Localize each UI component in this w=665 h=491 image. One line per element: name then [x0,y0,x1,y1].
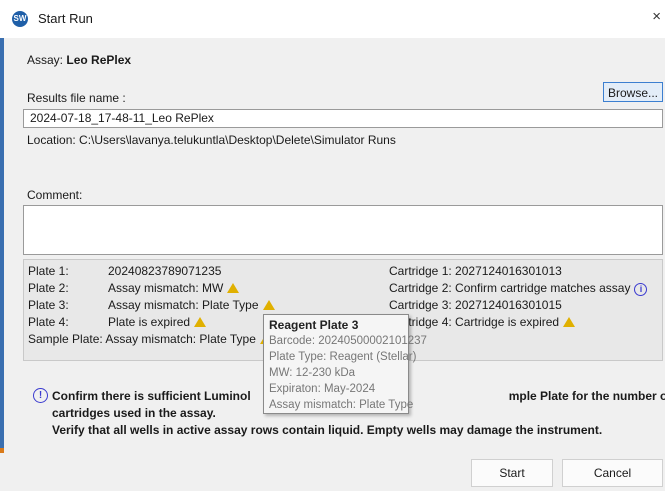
cartridge-label: Cartridge 1: [389,264,452,278]
app-logo-icon: SW [12,11,28,27]
notice-line-3: Verify that all wells in active assay ro… [52,423,603,437]
info-icon[interactable]: i [634,283,648,296]
assay-name: Leo RePlex [66,53,132,67]
plate-value: Assay mismatch: Plate Type [105,332,256,346]
plate-value: 20240823789071235 [108,264,222,278]
plate-status: Plate is expired [108,315,207,329]
notice-line-2: cartridges used in the assay. [52,406,216,420]
warning-icon [262,300,275,310]
window-title: Start Run [38,11,93,26]
cartridge-row: Cartridge 4: Cartridge is expired [389,315,576,329]
plate-value: Assay mismatch: MW [108,281,224,295]
assay-row: Assay: Leo RePlex [27,53,131,67]
cartridge-value: Confirm cartridge matches assay [455,281,631,295]
location-row: Location: C:\Users\lavanya.telukuntla\De… [27,133,396,147]
location-label: Location: [27,133,76,147]
info-icon: ! [33,388,48,403]
warning-icon [227,283,240,293]
sample-plate-status: Sample Plate: Assay mismatch: Plate Type [28,332,272,346]
tooltip-title: Reagent Plate 3 [269,318,359,332]
title-bar: SW Start Run × [0,0,665,38]
notice-line-1: Confirm there is sufficient Luminol mple … [52,389,665,403]
start-button[interactable]: Start [471,459,553,487]
results-file-name-label: Results file name : [27,91,126,105]
plate-label: Plate 3: [28,298,69,312]
comment-label: Comment: [27,188,83,202]
plate-status[interactable]: Assay mismatch: Plate Type [108,298,275,312]
plate-label: Sample Plate: [28,332,103,346]
cartridge-label: Cartridge 3: [389,298,452,312]
warning-icon [194,317,207,327]
browse-button[interactable]: Browse... [603,82,663,102]
notice-text: Confirm there is sufficient Luminol mple … [52,388,665,439]
plate-label: Plate 1: [28,264,69,278]
cartridge-label: Cartridge 2: [389,281,452,295]
cartridge-value: 2027124016301013 [455,264,562,278]
comment-textarea[interactable] [23,205,663,255]
warning-icon [563,317,576,327]
plate-label: Plate 4: [28,315,69,329]
location-path: C:\Users\lavanya.telukuntla\Desktop\Dele… [79,133,396,147]
plate-label: Plate 2: [28,281,69,295]
cartridge-value: 2027124016301015 [455,298,562,312]
cartridge-value: Cartridge is expired [455,315,560,329]
cartridge-row: Cartridge 2: Confirm cartridge matches a… [389,281,648,296]
left-accent-bar [0,38,4,465]
tooltip-barcode: Barcode: 20240500002101237 [269,335,427,347]
cancel-button[interactable]: Cancel [562,459,663,487]
close-icon[interactable]: × [652,8,661,25]
results-file-name-input[interactable]: 2024-07-18_17-48-11_Leo RePlex [23,109,663,128]
plate-value: Assay mismatch: Plate Type [108,298,259,312]
cartridge-row: Cartridge 3: 2027124016301015 [389,298,562,312]
cartridge-row: Cartridge 1: 2027124016301013 [389,264,562,278]
tooltip-mw: MW: 12-230 kDa [269,367,356,379]
assay-label: Assay: [27,53,64,67]
tooltip-plate-type: Plate Type: Reagent (Stellar) [269,351,417,363]
plate-status: Assay mismatch: MW [108,281,240,295]
plate-value: Plate is expired [108,315,191,329]
